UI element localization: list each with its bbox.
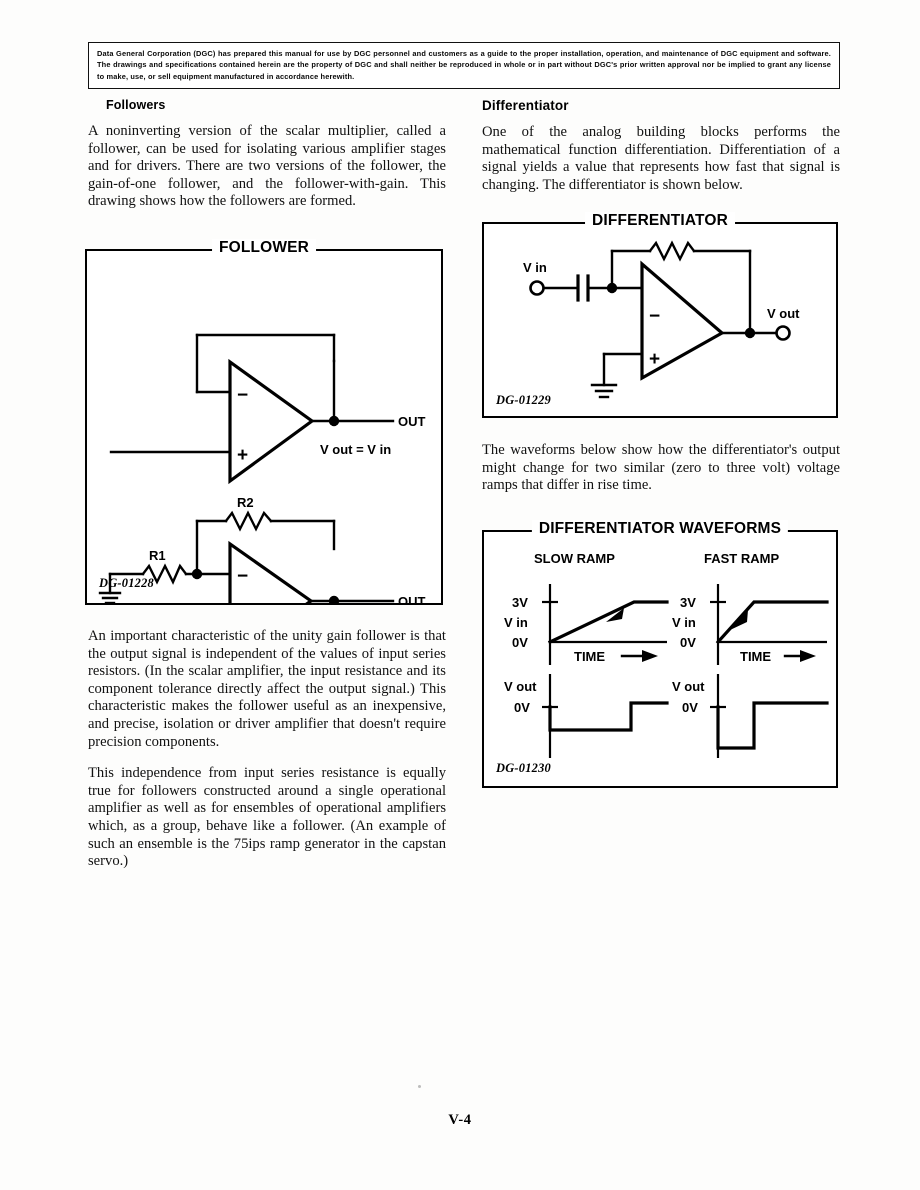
figure-differentiator-id: DG-01229	[496, 393, 551, 407]
figure-follower-id: DG-01228	[99, 576, 154, 590]
right-column: Differentiator One of the analog buildin…	[482, 98, 840, 194]
figure-follower-title: FOLLOWER	[212, 239, 316, 257]
scan-speck	[418, 1085, 421, 1088]
followers-paragraph-2: An important characteristic of the unity…	[88, 628, 446, 750]
figure-waveforms-title: DIFFERENTIATOR WAVEFORMS	[531, 520, 789, 538]
differentiator-paragraph-2: The waveforms below show how the differe…	[482, 442, 840, 494]
left-column-continued: An important characteristic of the unity…	[88, 628, 446, 871]
figure-differentiator-title: DIFFERENTIATOR	[585, 212, 735, 230]
differentiator-heading: Differentiator	[482, 98, 569, 113]
followers-heading: Followers	[106, 98, 166, 112]
followers-paragraph-1: A noninverting version of the scalar mul…	[88, 123, 446, 210]
document-page: Data General Corporation (DGC) has prepa…	[0, 0, 920, 1190]
figure-waveforms-frame	[482, 530, 838, 788]
left-column: Followers A noninverting version of the …	[88, 98, 446, 211]
legal-notice-text: Data General Corporation (DGC) has prepa…	[97, 49, 831, 81]
page-number: V-4	[448, 1112, 472, 1128]
figure-follower-frame	[85, 249, 443, 605]
figure-waveforms: DIFFERENTIATOR WAVEFORMS SLOW RAMP 3V 0V…	[482, 520, 838, 788]
right-column-continued: The waveforms below show how the differe…	[482, 442, 840, 495]
legal-notice-box: Data General Corporation (DGC) has prepa…	[88, 42, 840, 90]
figure-differentiator: DIFFERENTIATOR V in − + V out DG-01229	[482, 212, 838, 418]
figure-differentiator-frame	[482, 222, 838, 418]
figure-follower: FOLLOWER − + OUT V out = V in R2 R1 − OU…	[85, 239, 443, 605]
differentiator-paragraph-1: One of the analog building blocks perfor…	[482, 124, 840, 193]
figure-waveforms-id: DG-01230	[496, 761, 551, 775]
followers-paragraph-3: This independence from input series resi…	[88, 765, 446, 870]
